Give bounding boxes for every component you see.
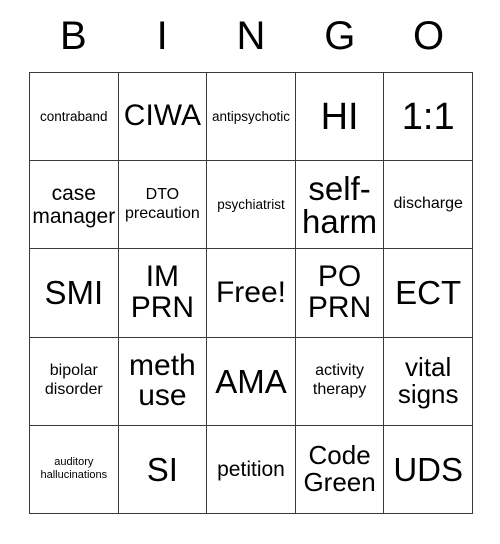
- bingo-cell[interactable]: contraband: [30, 73, 119, 162]
- bingo-grid: contraband CIWA antipsychotic HI 1:1 cas…: [29, 72, 473, 514]
- bingo-cell[interactable]: ECT: [384, 249, 473, 338]
- bingo-cell[interactable]: bipolar disorder: [30, 337, 119, 426]
- bingo-row: bipolar disorder meth use AMA activity t…: [30, 337, 473, 426]
- bingo-cell[interactable]: UDS: [384, 425, 473, 514]
- bingo-cell[interactable]: HI: [295, 73, 385, 162]
- bingo-cell[interactable]: antipsychotic: [207, 73, 296, 162]
- bingo-cell-label: HI: [320, 95, 359, 138]
- bingo-row: contraband CIWA antipsychotic HI 1:1: [30, 73, 473, 162]
- bingo-cell-label: case manager: [32, 181, 116, 228]
- bingo-header-letter-g: G: [324, 14, 356, 58]
- bingo-cell-free[interactable]: Free!: [207, 249, 296, 338]
- bingo-cell-label: bipolar disorder: [44, 362, 103, 399]
- bingo-cell-label: vital signs: [397, 351, 459, 410]
- bingo-cell[interactable]: psychiatrist: [207, 161, 296, 250]
- bingo-cell[interactable]: CIWA: [118, 73, 208, 162]
- bingo-cell[interactable]: self-harm: [295, 161, 385, 250]
- bingo-header-letter-i: I: [156, 14, 168, 58]
- bingo-cell-label: self-harm: [301, 169, 378, 240]
- bingo-cell-label: meth use: [129, 348, 196, 413]
- bingo-cell[interactable]: discharge: [384, 161, 473, 250]
- bingo-header-letter-n: N: [236, 14, 266, 58]
- bingo-cell-label: activity therapy: [312, 362, 367, 399]
- bingo-cell[interactable]: DTO precaution: [118, 161, 208, 250]
- bingo-cell[interactable]: Code Green: [295, 425, 385, 514]
- bingo-cell[interactable]: meth use: [118, 337, 208, 426]
- bingo-cell-label: antipsychotic: [211, 108, 290, 124]
- bingo-cell[interactable]: PO PRN: [295, 249, 385, 338]
- bingo-row: case manager DTO precaution psychiatrist…: [30, 161, 473, 250]
- bingo-header-letter-b: B: [60, 14, 87, 58]
- bingo-cell-label: contraband: [40, 108, 108, 124]
- bingo-cell[interactable]: auditory hallucinations: [30, 425, 119, 514]
- bingo-card: B I N G O contraband CIWA antipsychotic …: [29, 0, 473, 514]
- bingo-cell-label: petition: [217, 457, 285, 481]
- bingo-cell-label: discharge: [393, 195, 463, 213]
- bingo-cell[interactable]: petition: [207, 425, 296, 514]
- bingo-cell-label: auditory hallucinations: [40, 455, 108, 482]
- bingo-cell[interactable]: IM PRN: [118, 249, 208, 338]
- bingo-cell-label: PO PRN: [307, 260, 372, 324]
- bingo-row: auditory hallucinations SI petition Code…: [30, 425, 473, 514]
- bingo-cell-label: IM PRN: [130, 260, 195, 324]
- bingo-cell[interactable]: 1:1: [384, 73, 473, 162]
- bingo-cell-label: Free!: [215, 275, 286, 309]
- bingo-cell-label: psychiatrist: [217, 196, 285, 212]
- bingo-cell-label: Code Green: [303, 440, 376, 498]
- bingo-cell[interactable]: vital signs: [384, 337, 473, 426]
- bingo-cell[interactable]: case manager: [30, 161, 119, 250]
- bingo-row: SMI IM PRN Free! PO PRN ECT: [30, 249, 473, 338]
- bingo-header: B I N G O: [29, 0, 473, 72]
- bingo-header-letter-o: O: [413, 14, 445, 58]
- bingo-cell-label: UDS: [393, 450, 464, 488]
- bingo-cell-label: SMI: [44, 274, 104, 312]
- bingo-cell[interactable]: activity therapy: [295, 337, 385, 426]
- bingo-cell-label: AMA: [215, 362, 287, 400]
- bingo-cell[interactable]: SI: [118, 425, 208, 514]
- bingo-cell-label: SI: [146, 450, 178, 488]
- bingo-cell-label: 1:1: [401, 95, 455, 138]
- bingo-cell-label: CIWA: [123, 99, 201, 133]
- bingo-cell[interactable]: SMI: [30, 249, 119, 338]
- bingo-cell[interactable]: AMA: [207, 337, 296, 426]
- bingo-cell-label: ECT: [395, 274, 462, 312]
- bingo-cell-label: DTO precaution: [125, 185, 200, 222]
